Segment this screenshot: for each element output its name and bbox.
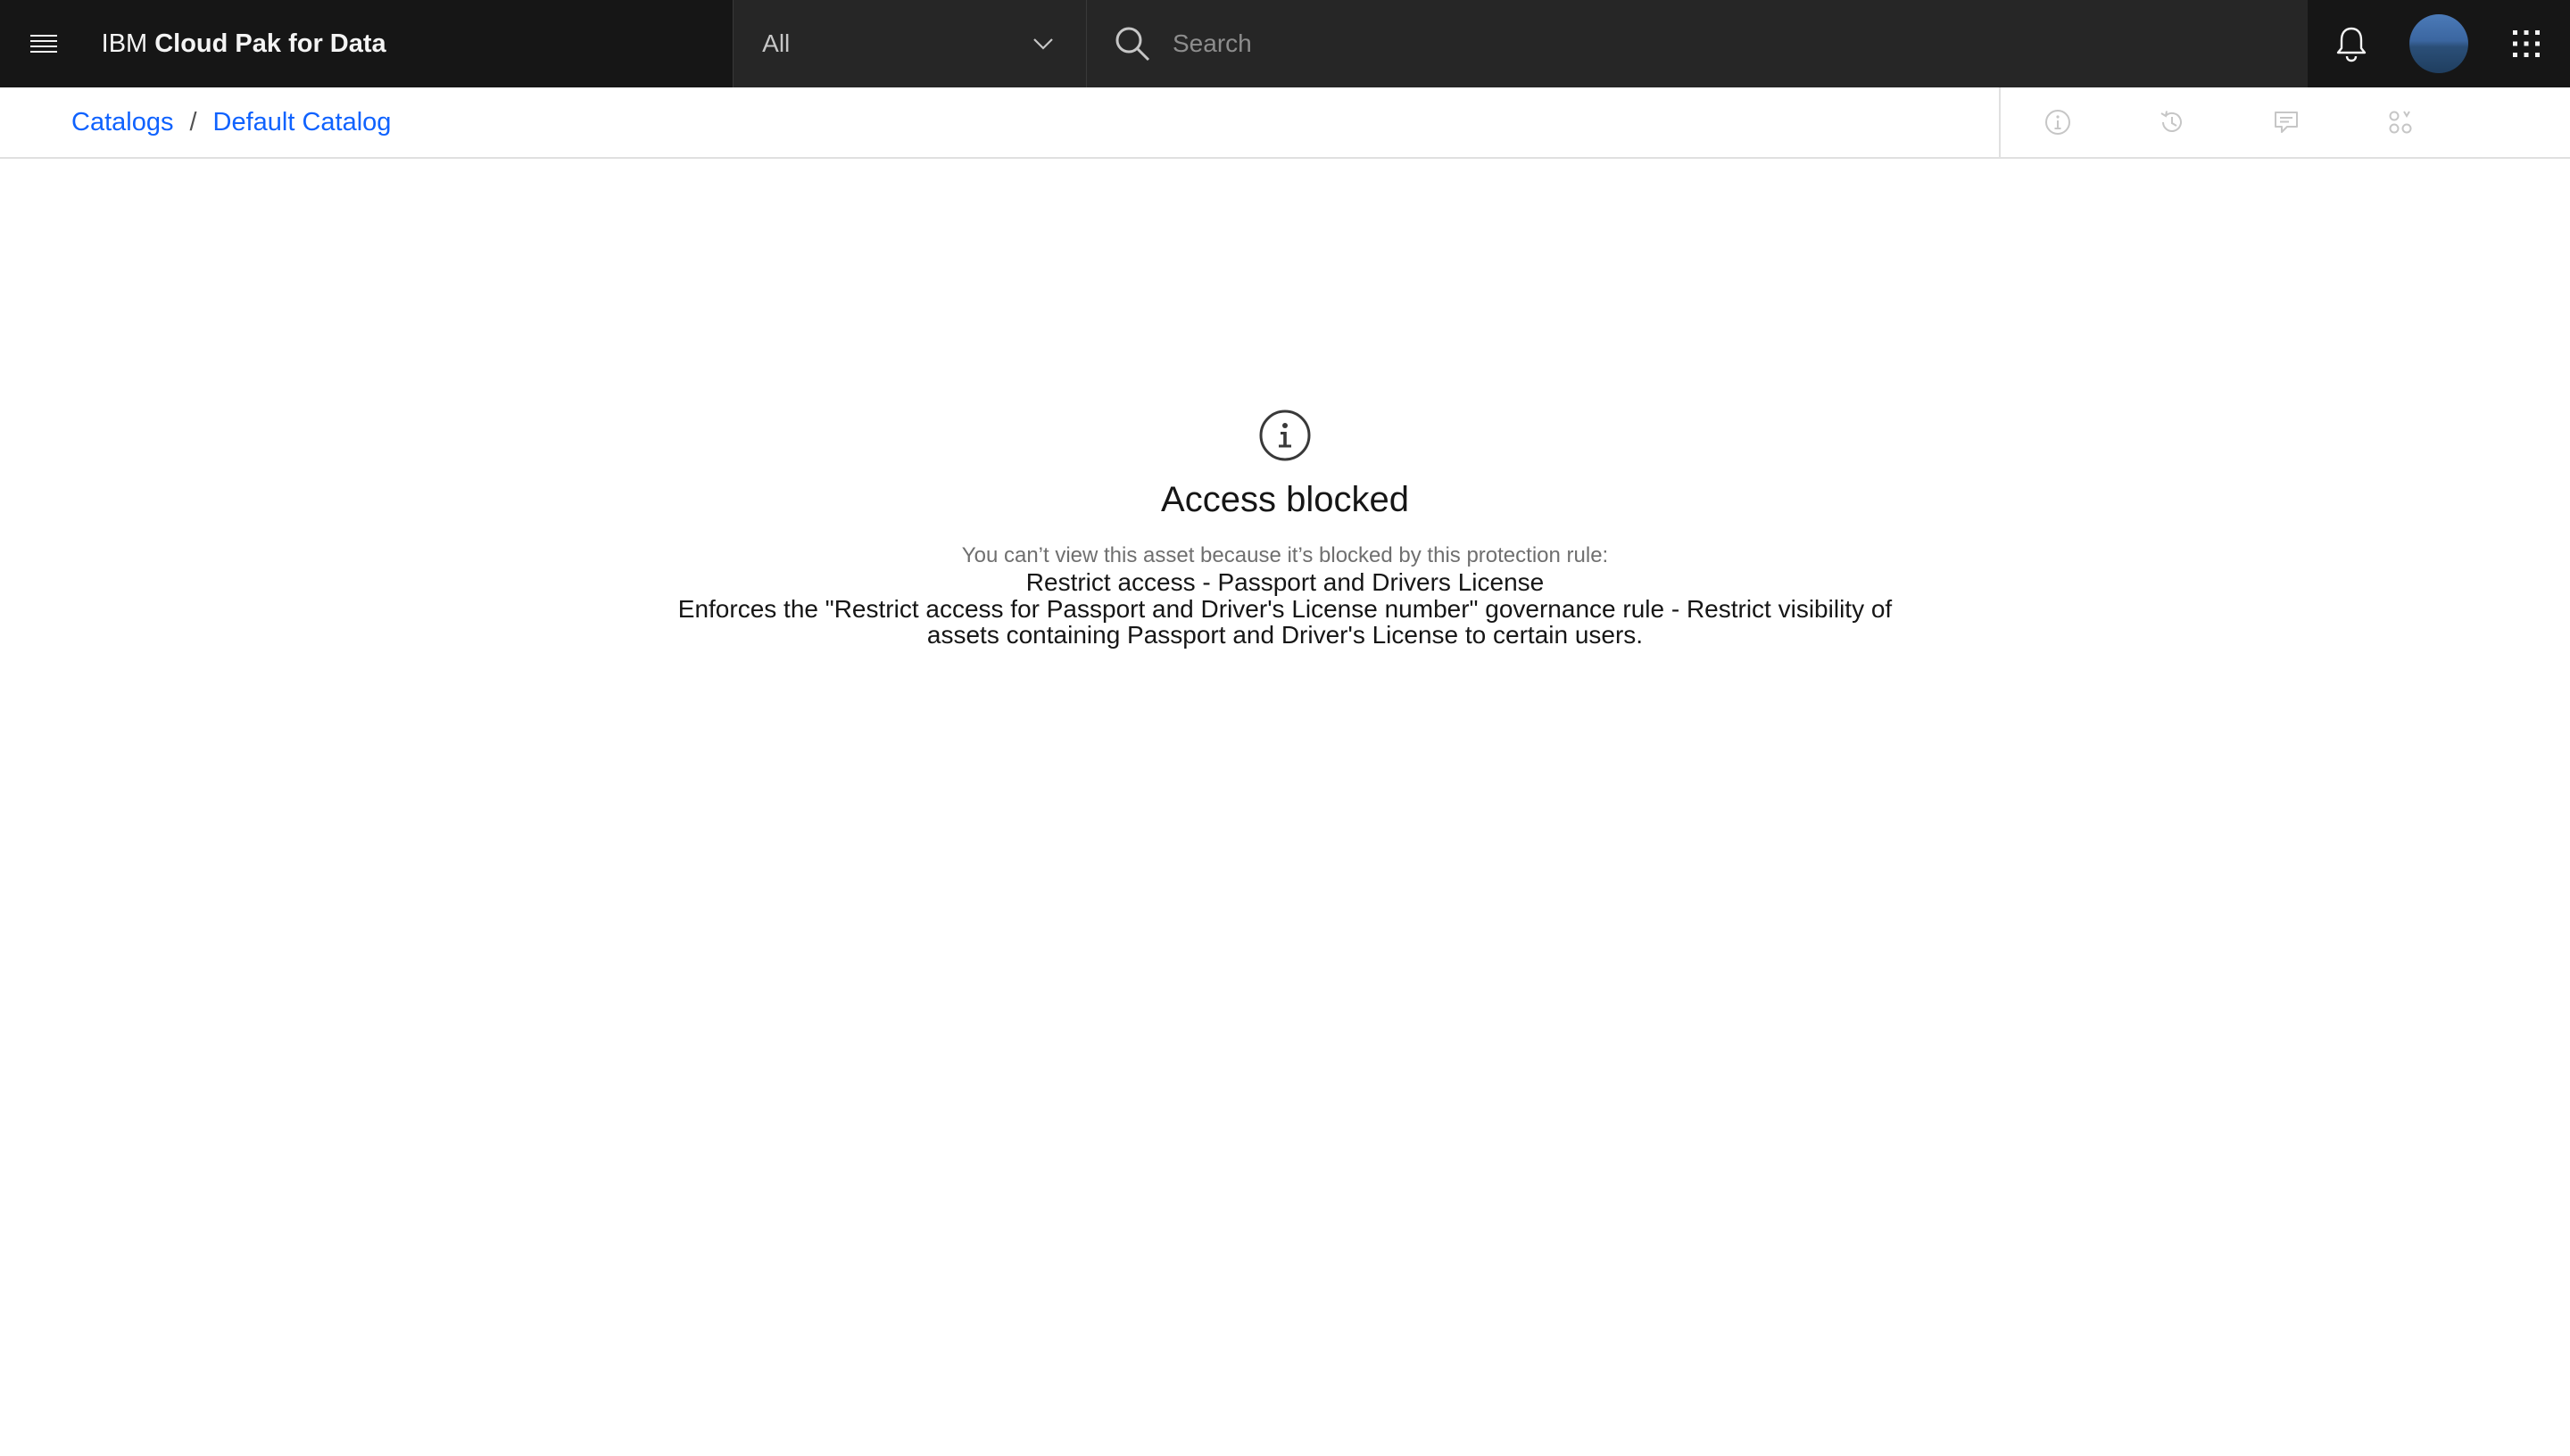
notifications-button[interactable]	[2308, 0, 2395, 87]
search-scope-value: All	[762, 29, 791, 57]
comment-icon	[2275, 112, 2298, 133]
about-asset-button[interactable]	[2026, 90, 2090, 154]
menu-button[interactable]	[0, 0, 87, 87]
related-assets-button[interactable]	[2368, 90, 2433, 154]
brand-name: Cloud Pak for Data	[154, 29, 386, 58]
history-icon	[2160, 111, 2182, 132]
search-icon	[1115, 27, 1150, 62]
global-search	[1087, 0, 2308, 87]
breadcrumb-catalogs[interactable]: Catalogs	[71, 108, 173, 137]
brand-prefix: IBM	[101, 29, 148, 58]
comments-button[interactable]	[2254, 90, 2318, 154]
app-switcher-button[interactable]	[2483, 0, 2570, 87]
side-panel-tools	[1999, 87, 2570, 157]
chevron-down-icon	[1033, 38, 1053, 50]
protection-rule-description: Enforces the "Restrict access for Passpo…	[677, 595, 1893, 649]
user-avatar-button[interactable]	[2395, 0, 2483, 87]
page-toolbar: Catalogs / Default Catalog	[0, 87, 2570, 159]
top-header: IBM Cloud Pak for Data All	[0, 0, 2570, 87]
breadcrumb-default-catalog[interactable]: Default Catalog	[213, 108, 392, 137]
access-blocked-message: Access blocked You can’t view this asset…	[0, 409, 2570, 648]
blocked-explanation: You can’t view this asset because it’s b…	[961, 543, 1609, 567]
bell-icon	[2336, 27, 2367, 62]
search-scope-dropdown[interactable]: All	[733, 0, 1087, 87]
history-button[interactable]	[2140, 90, 2204, 154]
protection-rule-name: Restrict access - Passport and Drivers L…	[1025, 568, 1545, 596]
info-icon	[1259, 410, 1311, 461]
breadcrumb-separator: /	[189, 107, 197, 136]
info-icon	[2045, 110, 2070, 135]
product-name[interactable]: IBM Cloud Pak for Data	[87, 0, 734, 87]
page-title: Access blocked	[1161, 480, 1409, 519]
avatar	[2409, 14, 2468, 73]
header-actions	[2308, 0, 2570, 87]
hamburger-icon	[29, 35, 57, 53]
search-input[interactable]	[1173, 17, 2308, 70]
breadcrumb: Catalogs / Default Catalog	[0, 108, 391, 137]
related-icon	[2389, 111, 2412, 134]
app-switcher-icon	[2513, 30, 2540, 57]
